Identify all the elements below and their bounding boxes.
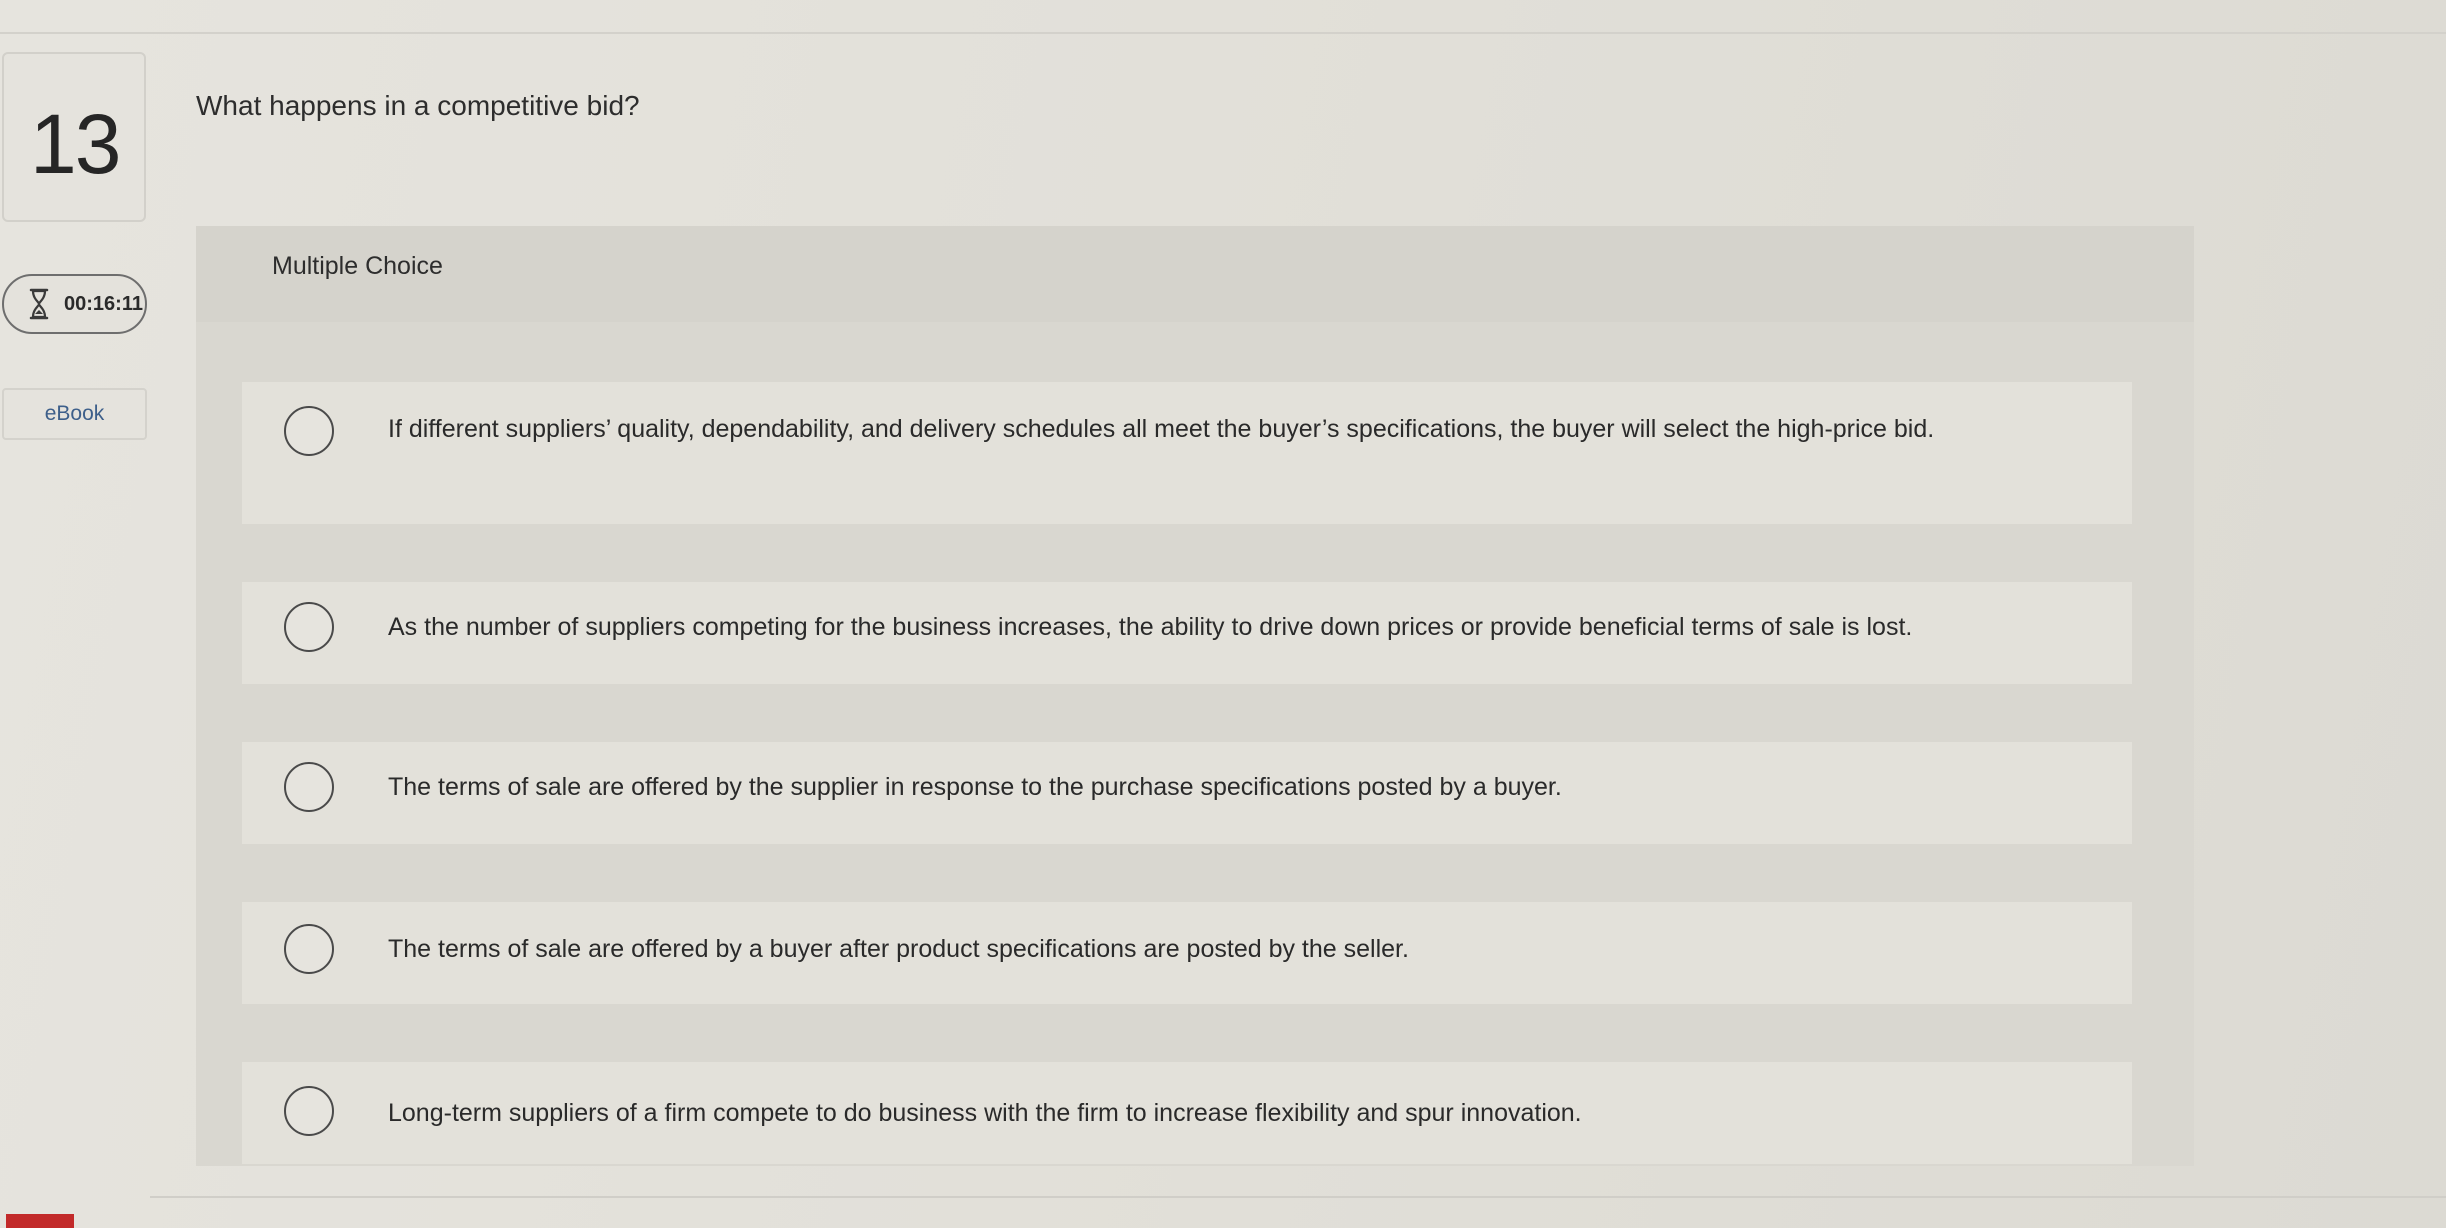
hourglass-icon [29,288,49,320]
question-type-label: Multiple Choice [272,252,443,280]
radio-button-2[interactable] [284,602,334,652]
question-type-header: Multiple Choice [196,226,2194,322]
answer-option-text: If different suppliers’ quality, dependa… [388,415,1935,443]
answer-option-4[interactable]: The terms of sale are offered by a buyer… [242,902,2132,1004]
question-number: 13 [30,97,121,191]
question-text: What happens in a competitive bid? [196,90,640,121]
answer-option-5[interactable]: Long-term suppliers of a firm compete to… [242,1062,2132,1164]
answer-option-1[interactable]: If different suppliers’ quality, dependa… [242,382,2132,524]
footer-divider [150,1196,2446,1198]
answer-option-text: The terms of sale are offered by the sup… [388,773,1562,801]
timer-badge[interactable]: 00:16:11 [2,274,147,334]
answer-option-text: Long-term suppliers of a firm compete to… [388,1099,1582,1127]
radio-button-1[interactable] [284,406,334,456]
brand-logo-corner [6,1214,74,1228]
quiz-page: 13 00:16:11 eBook What happens in a comp… [0,0,2446,1228]
answer-option-text: As the number of suppliers competing for… [388,613,1913,641]
radio-button-4[interactable] [284,924,334,974]
top-divider [0,32,2446,34]
answer-option-text: The terms of sale are offered by a buyer… [388,935,1409,963]
answer-option-2[interactable]: As the number of suppliers competing for… [242,582,2132,684]
ebook-button[interactable]: eBook [2,388,147,440]
radio-button-3[interactable] [284,762,334,812]
timer-value: 00:16:11 [64,292,143,315]
answer-option-3[interactable]: The terms of sale are offered by the sup… [242,742,2132,844]
radio-button-5[interactable] [284,1086,334,1136]
answer-card: Multiple Choice If different suppliers’ … [196,226,2194,1166]
